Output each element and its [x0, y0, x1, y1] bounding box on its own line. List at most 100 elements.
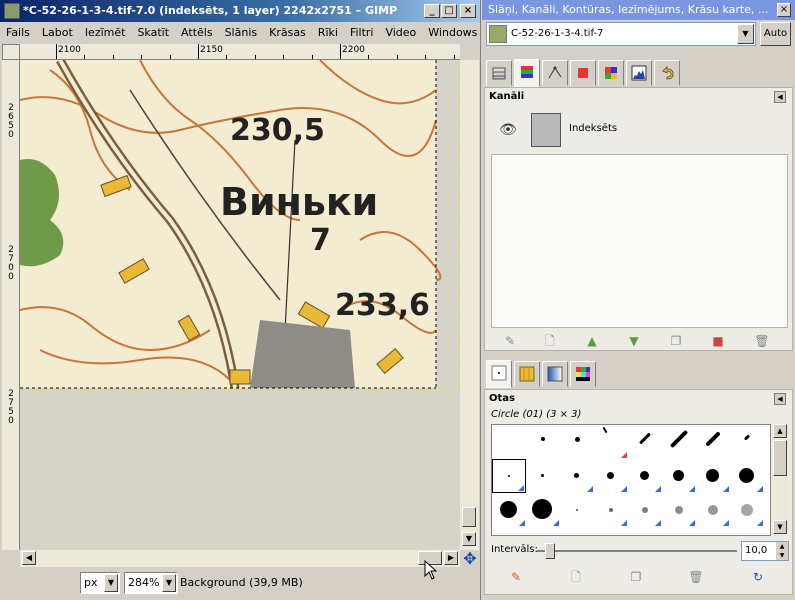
vertical-scrollbar-thumb[interactable] [462, 507, 476, 527]
spacing-slider-track[interactable] [537, 550, 737, 552]
tab-histogram[interactable] [626, 60, 652, 86]
menu-select[interactable]: Iezīmēt [79, 23, 132, 43]
mouse-cursor-icon [424, 560, 438, 580]
brush-item[interactable] [730, 493, 764, 527]
tab-patterns[interactable] [514, 361, 540, 387]
tab-gradients[interactable] [542, 361, 568, 387]
menu-video[interactable]: Video [379, 23, 422, 43]
brush-item[interactable] [628, 459, 662, 493]
menu-filters[interactable]: Filtri [344, 23, 380, 43]
colormap-icon [605, 67, 617, 79]
quick-mask-toggle[interactable] [2, 44, 20, 60]
brush-grid-scrollbar-thumb[interactable] [773, 440, 787, 476]
lower-channel-icon[interactable]: ▼ [625, 332, 643, 350]
menu-image[interactable]: Attēls [175, 23, 219, 43]
delete-channel-icon[interactable]: 🗑 [753, 332, 771, 350]
brush-item[interactable] [594, 459, 628, 493]
new-brush-icon[interactable]: 🗋 [567, 568, 585, 586]
tab-layers[interactable] [486, 60, 512, 86]
tab-channels[interactable] [514, 59, 540, 87]
tab-colormap[interactable] [598, 60, 624, 86]
panel-menu-button[interactable]: ◀ [774, 91, 786, 103]
tab-palettes[interactable] [570, 361, 596, 387]
menu-colors[interactable]: Krāsas [263, 23, 312, 43]
channel-list-area[interactable] [491, 154, 788, 328]
vertical-ruler[interactable]: 2650 2700 2750 [2, 60, 20, 550]
brush-item[interactable] [696, 493, 730, 527]
brush-item[interactable] [662, 493, 696, 527]
spin-arrows-icon[interactable]: ▲ ▼ [776, 542, 788, 560]
channel-to-selection-icon[interactable]: ■ [709, 332, 727, 350]
tab-selection[interactable] [570, 60, 596, 86]
visibility-eye-icon[interactable]: 👁 [499, 122, 517, 138]
duplicate-brush-icon[interactable]: ❐ [627, 568, 645, 586]
refresh-brushes-icon[interactable]: ↻ [749, 568, 767, 586]
statusbar: px ▼ 284% ▼ Background (39,9 MB) [0, 568, 481, 600]
delete-brush-icon[interactable]: 🗑 [687, 568, 705, 586]
brush-item[interactable] [730, 459, 764, 493]
tab-brushes[interactable] [486, 360, 512, 388]
spacing-slider-thumb[interactable] [545, 543, 555, 559]
scroll-up-arrow[interactable]: ▲ [773, 424, 787, 438]
brush-item[interactable] [526, 493, 560, 527]
image-window: *C-52-26-1-3-4.tif-7.0 (indeksēts, 1 lay… [0, 0, 481, 600]
brush-item[interactable] [594, 493, 628, 527]
map-image[interactable]: 230,5 Виньки 7 233,6 [20, 60, 460, 550]
brush-item[interactable] [696, 425, 730, 459]
brush-item[interactable] [526, 425, 560, 459]
horizontal-ruler[interactable]: 2100 2150 2200 [20, 44, 460, 60]
brush-grid[interactable] [491, 424, 771, 536]
raise-channel-icon[interactable]: ▲ [583, 332, 601, 350]
brush-item-selected[interactable] [492, 459, 526, 493]
menu-file[interactable]: Fails [0, 23, 36, 43]
brush-item[interactable] [628, 493, 662, 527]
menu-view[interactable]: Skatīt [131, 23, 175, 43]
zoom-selector[interactable]: 284% ▼ [124, 572, 178, 594]
auto-button[interactable]: Auto [760, 22, 791, 46]
brush-item[interactable] [594, 425, 628, 459]
edit-channel-icon[interactable]: ✎ [501, 332, 519, 350]
image-selector[interactable]: C-52-26-1-3-4.tif-7 ▼ [486, 22, 756, 46]
menu-tools[interactable]: Rīki [312, 23, 344, 43]
scroll-down-arrow[interactable]: ▼ [462, 532, 476, 546]
image-window-titlebar[interactable]: *C-52-26-1-3-4.tif-7.0 (indeksēts, 1 lay… [0, 0, 480, 22]
new-channel-icon[interactable]: 🗋 [541, 332, 559, 350]
maximize-button[interactable]: □ [441, 4, 457, 18]
brush-item[interactable] [526, 459, 560, 493]
brush-item[interactable] [560, 493, 594, 527]
brush-grid-scrollbar[interactable]: ▲ ▼ [772, 424, 788, 536]
image-canvas[interactable]: 230,5 Виньки 7 233,6 [20, 60, 460, 550]
channel-row[interactable]: 👁 Indeksēts [491, 110, 788, 150]
tab-paths[interactable] [542, 60, 568, 86]
layers-icon [492, 67, 506, 80]
minimize-button[interactable]: _ [424, 4, 440, 18]
menu-windows[interactable]: Windows [422, 23, 480, 43]
unit-selector[interactable]: px ▼ [80, 572, 120, 594]
brush-item[interactable] [730, 425, 764, 459]
channels-icon [521, 66, 533, 78]
panel-menu-button[interactable]: ◀ [774, 393, 786, 405]
horizontal-scrollbar[interactable]: ◀ ▶ [20, 550, 460, 567]
scroll-right-arrow[interactable]: ▶ [444, 551, 458, 565]
duplicate-channel-icon[interactable]: ❐ [667, 332, 685, 350]
spacing-spinbox[interactable]: 10,0 ▲ ▼ [741, 541, 789, 561]
close-button[interactable]: × [460, 4, 476, 18]
selection-icon [578, 68, 588, 78]
scroll-left-arrow[interactable]: ◀ [22, 551, 36, 565]
dock-titlebar[interactable]: Slāņi, Kanāli, Kontūras, Iezīmējums, Krā… [482, 0, 795, 20]
brush-item[interactable] [662, 459, 696, 493]
brush-item[interactable] [560, 459, 594, 493]
brush-item[interactable] [696, 459, 730, 493]
menu-layer[interactable]: Slānis [219, 23, 264, 43]
tab-undo-history[interactable] [654, 60, 680, 86]
dock-close-button[interactable]: × [777, 3, 791, 17]
brush-item[interactable] [492, 493, 526, 527]
menu-edit[interactable]: Labot [36, 23, 79, 43]
brush-item[interactable] [628, 425, 662, 459]
brush-item[interactable] [560, 425, 594, 459]
vertical-scrollbar[interactable]: ▼ [460, 60, 479, 550]
navigate-icon[interactable]: ✥ [461, 550, 479, 568]
brush-item[interactable] [662, 425, 696, 459]
scroll-down-arrow[interactable]: ▼ [773, 520, 787, 534]
edit-brush-icon[interactable]: ✎ [507, 568, 525, 586]
